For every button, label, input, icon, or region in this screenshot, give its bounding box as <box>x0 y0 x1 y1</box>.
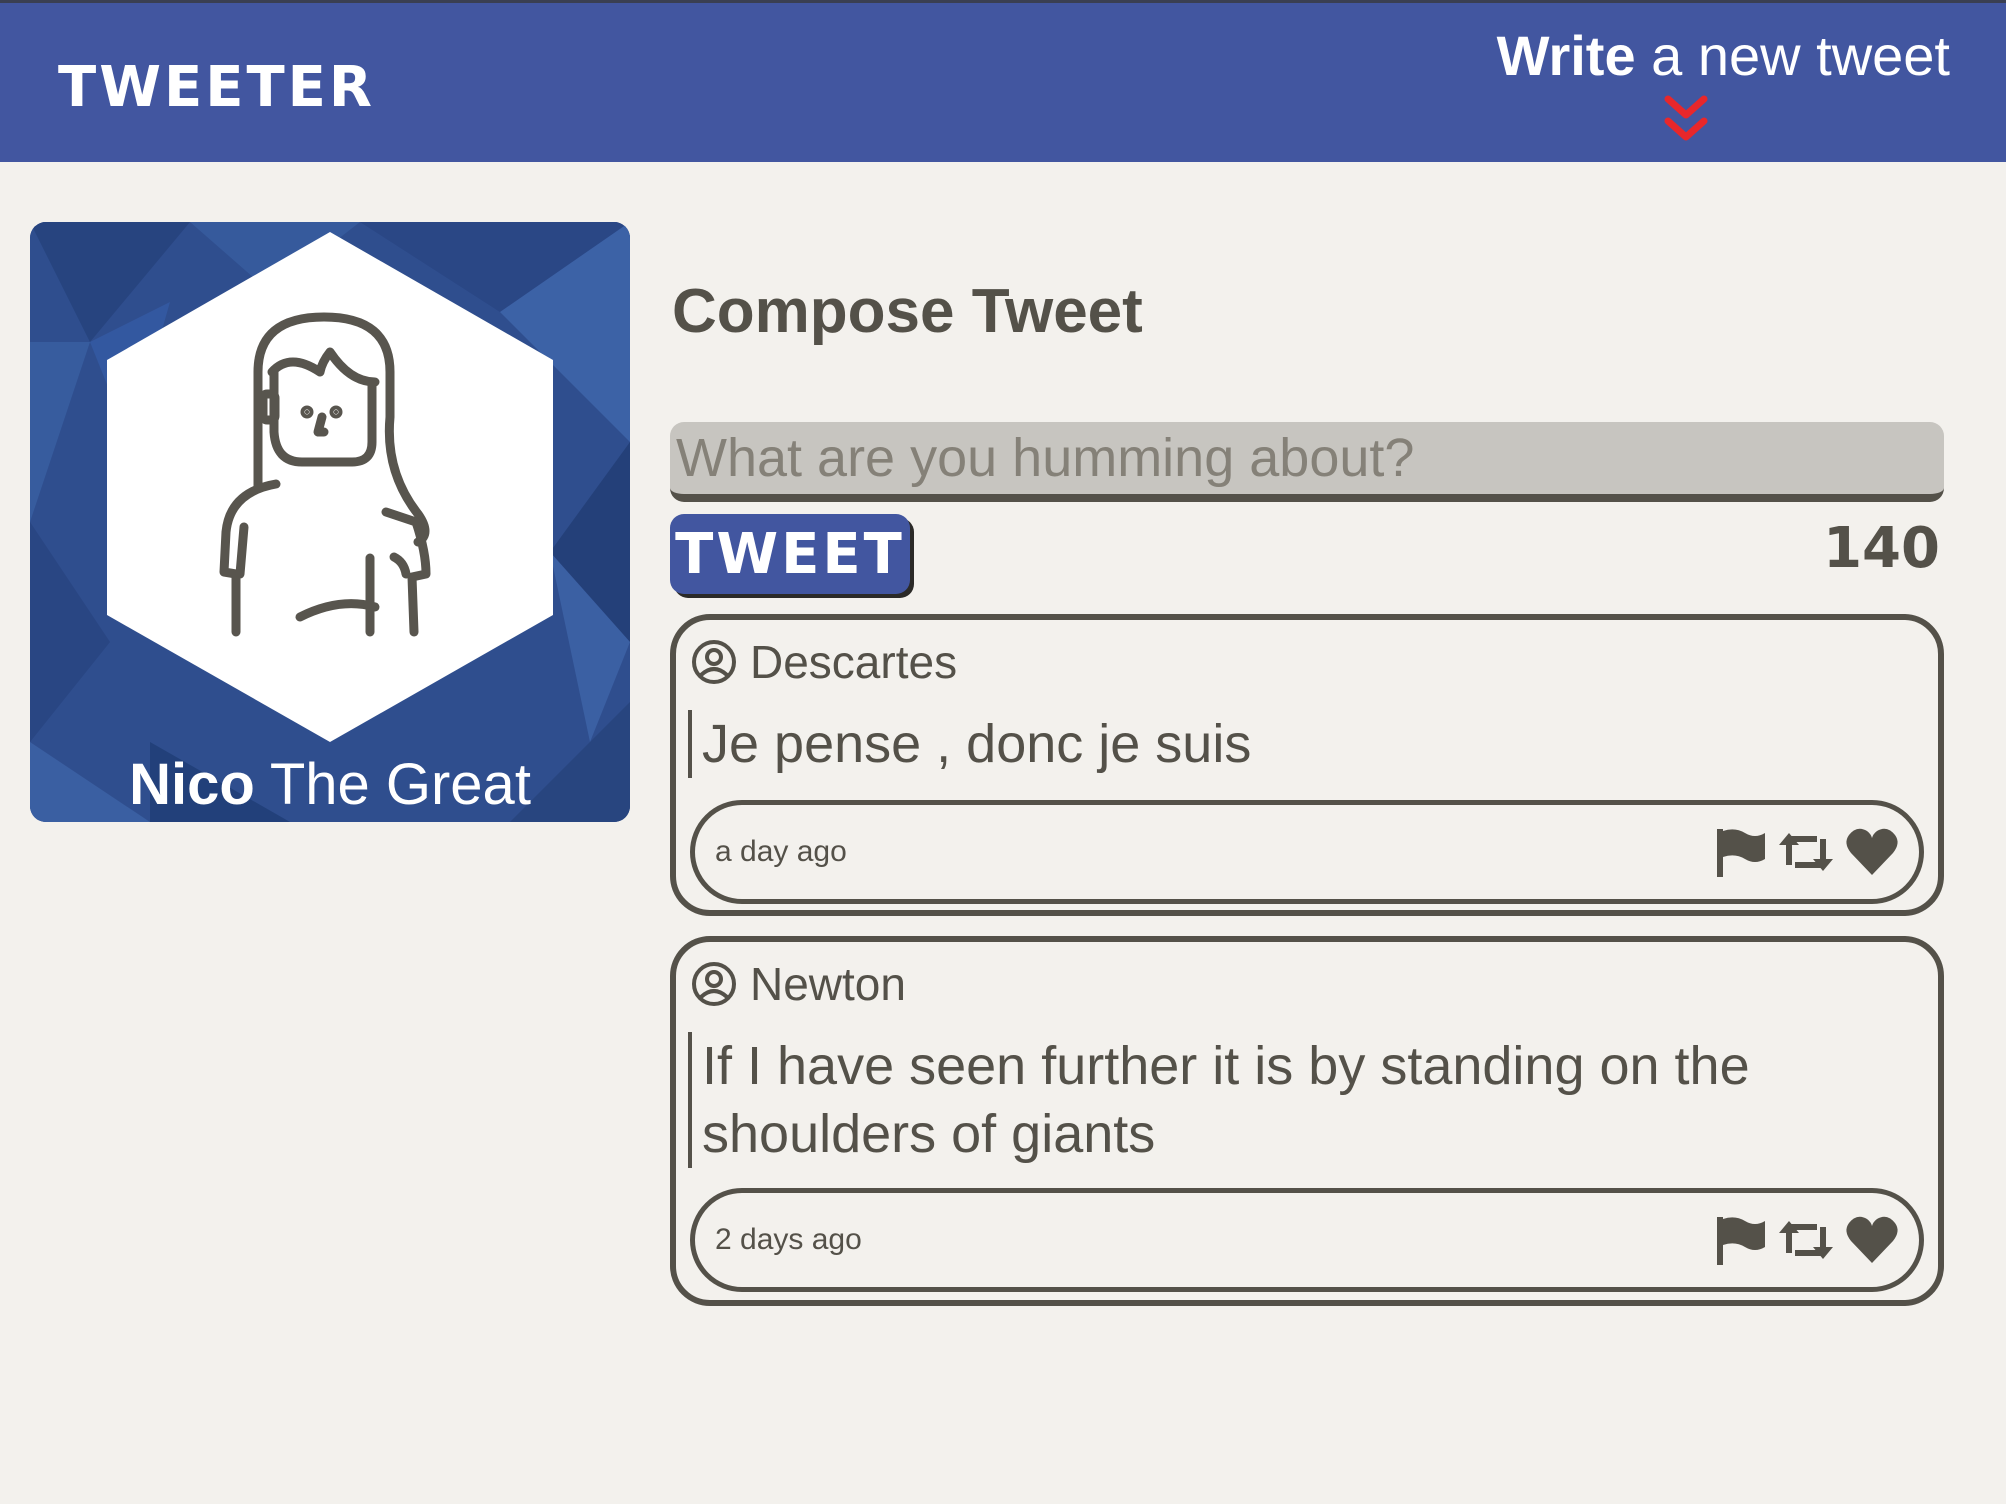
tweet-footer: a day ago <box>690 800 1924 904</box>
top-nav: TWEETER Write a new tweet <box>0 0 2006 162</box>
tweet-timestamp: a day ago <box>715 835 847 868</box>
retweet-icon[interactable] <box>1777 1213 1835 1267</box>
tweet-actions <box>1711 1213 1901 1267</box>
tweet-header: Newton <box>690 956 906 1012</box>
profile-background <box>30 222 630 822</box>
tweet-body: If I have seen further it is by standing… <box>688 1032 1868 1168</box>
profile-card: Nico The Great <box>30 222 630 822</box>
tweet-card: Descartes Je pense , donc je suis a day … <box>670 614 1944 916</box>
profile-name: Nico The Great <box>30 751 630 818</box>
flag-icon[interactable] <box>1711 825 1769 879</box>
tweet-header: Descartes <box>690 634 957 690</box>
tweet-author[interactable]: Newton <box>750 957 906 1011</box>
brand-logo[interactable]: TWEETER <box>58 55 375 120</box>
write-new-tweet-toggle[interactable]: Write a new tweet <box>1470 23 1950 153</box>
tweet-input[interactable] <box>670 422 1944 502</box>
write-new-tweet-label: Write a new tweet <box>1497 23 1950 88</box>
tweet-card: Newton If I have seen further it is by s… <box>670 936 1944 1306</box>
write-rest: a new tweet <box>1635 24 1950 87</box>
double-chevron-down-icon[interactable] <box>1664 95 1708 143</box>
tweet-actions <box>1711 825 1901 879</box>
tweet-body: Je pense , donc je suis <box>688 710 1868 778</box>
compose-title: Compose Tweet <box>672 277 1143 346</box>
heart-icon[interactable] <box>1843 825 1901 879</box>
tweet-footer: 2 days ago <box>690 1188 1924 1292</box>
tweet-timestamp: 2 days ago <box>715 1223 862 1256</box>
user-circle-icon <box>692 640 736 684</box>
tweet-author[interactable]: Descartes <box>750 635 957 689</box>
write-bold: Write <box>1496 24 1636 87</box>
profile-first-name: Nico <box>129 752 255 817</box>
profile-rest-name: The Great <box>254 752 531 817</box>
user-circle-icon <box>692 962 736 1006</box>
retweet-icon[interactable] <box>1777 825 1835 879</box>
flag-icon[interactable] <box>1711 1213 1769 1267</box>
character-counter: 140 <box>1823 516 1940 581</box>
heart-icon[interactable] <box>1843 1213 1901 1267</box>
tweet-submit-button[interactable]: TWEET <box>670 514 910 594</box>
